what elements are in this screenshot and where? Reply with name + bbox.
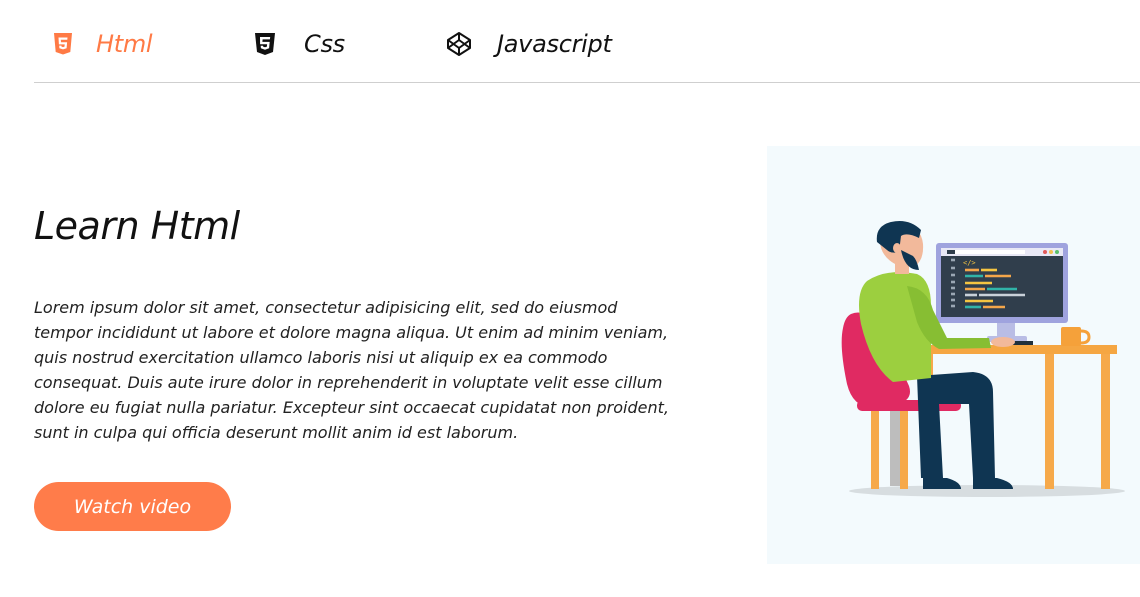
watch-video-button[interactable]: Watch video [34, 482, 231, 531]
codepen-icon [446, 31, 472, 57]
tab-html-label: Html [96, 30, 153, 58]
tab-html[interactable]: Html [50, 24, 153, 64]
language-tabs: Html Css Javascript [34, 0, 1140, 83]
html5-icon [50, 31, 76, 57]
code-symbol: </> [963, 259, 976, 267]
tab-css[interactable]: Css [252, 24, 345, 64]
section-description: Lorem ipsum dolor sit amet, consectetur … [34, 298, 669, 442]
css3-icon [252, 31, 278, 57]
section-title: Learn Html [34, 204, 240, 248]
developer-illustration: </> [767, 146, 1140, 564]
tab-javascript[interactable]: Javascript [446, 24, 612, 64]
tab-javascript-label: Javascript [497, 30, 612, 58]
tab-css-label: Css [304, 30, 345, 58]
